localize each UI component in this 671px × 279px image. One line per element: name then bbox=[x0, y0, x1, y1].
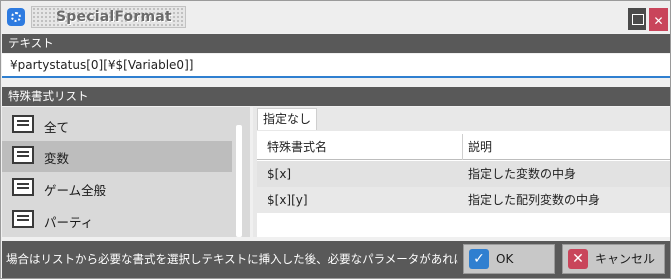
app-gear-icon bbox=[7, 8, 25, 26]
maximize-button[interactable] bbox=[628, 8, 646, 30]
format-name-cell: $[x][y] bbox=[267, 193, 308, 207]
close-button[interactable]: ✕ bbox=[649, 8, 668, 31]
title-plate: SpecialFormat bbox=[31, 6, 186, 28]
special-format-window: SpecialFormat ✕ テキスト ¥partystatus[0][¥$[… bbox=[0, 0, 671, 279]
monitor-icon bbox=[12, 115, 34, 135]
list-item-game-general[interactable]: ゲーム全般 bbox=[2, 173, 232, 204]
column-header-description[interactable]: 説明 bbox=[468, 134, 492, 160]
footer-hint-text: 場合はリストから必要な書式を選択しテキストに挿入した後、必要なパラメータがあれば bbox=[6, 252, 458, 266]
list-item-all[interactable]: 全て bbox=[2, 110, 232, 141]
cancel-button[interactable]: ✕ キャンセル bbox=[562, 244, 665, 274]
title-bar[interactable]: SpecialFormat ✕ bbox=[1, 1, 670, 33]
format-category-list: 全て 変数 ゲーム全般 パーティ bbox=[2, 107, 250, 237]
format-description-cell: 指定した変数の中身 bbox=[468, 167, 577, 181]
table-row[interactable]: $[x] 指定した変数の中身 bbox=[257, 161, 670, 187]
text-input[interactable]: ¥partystatus[0][¥$[Variable0]] bbox=[2, 54, 670, 78]
list-item-label: 変数 bbox=[44, 151, 70, 166]
column-divider[interactable] bbox=[462, 134, 463, 160]
column-header-name[interactable]: 特殊書式名 bbox=[267, 134, 327, 160]
cancel-button-label: キャンセル bbox=[595, 252, 656, 266]
monitor-icon bbox=[12, 146, 34, 166]
table-header-row: 特殊書式名 説明 bbox=[257, 134, 670, 160]
list-item-label: ゲーム全般 bbox=[44, 183, 107, 198]
format-description-cell: 指定した配列変数の中身 bbox=[468, 193, 601, 207]
tab-unspecified[interactable]: 指定なし bbox=[257, 108, 317, 130]
list-item-label: 全て bbox=[44, 120, 70, 135]
check-icon: ✓ bbox=[469, 249, 489, 269]
list-item-label: パーティ bbox=[44, 215, 94, 230]
table-row[interactable]: $[x][y] 指定した配列変数の中身 bbox=[257, 187, 670, 213]
close-icon: ✕ bbox=[653, 14, 664, 28]
list-item-variables[interactable]: 変数 bbox=[2, 141, 232, 172]
ok-button[interactable]: ✓ OK bbox=[463, 244, 555, 274]
list-scrollbar[interactable] bbox=[235, 107, 243, 237]
format-list-header: 特殊書式リスト bbox=[2, 87, 670, 106]
footer-bar: 場合はリストから必要な書式を選択しテキストに挿入した後、必要なパラメータがあれば… bbox=[2, 241, 670, 278]
format-detail-pane: 指定なし 特殊書式名 説明 $[x] 指定した変数の中身 $[x][y] 指定し… bbox=[253, 107, 670, 237]
format-name-cell: $[x] bbox=[267, 167, 292, 181]
text-section-header: テキスト bbox=[2, 34, 670, 53]
ok-button-label: OK bbox=[496, 252, 514, 266]
window-title: SpecialFormat bbox=[56, 9, 172, 25]
list-scrollbar-thumb[interactable] bbox=[236, 125, 242, 237]
close-icon: ✕ bbox=[568, 249, 588, 269]
monitor-icon bbox=[12, 210, 34, 230]
format-table: 特殊書式名 説明 $[x] 指定した変数の中身 $[x][y] 指定した配列変数… bbox=[257, 131, 670, 237]
list-item-party[interactable]: パーティ bbox=[2, 205, 232, 236]
monitor-icon bbox=[12, 178, 34, 198]
